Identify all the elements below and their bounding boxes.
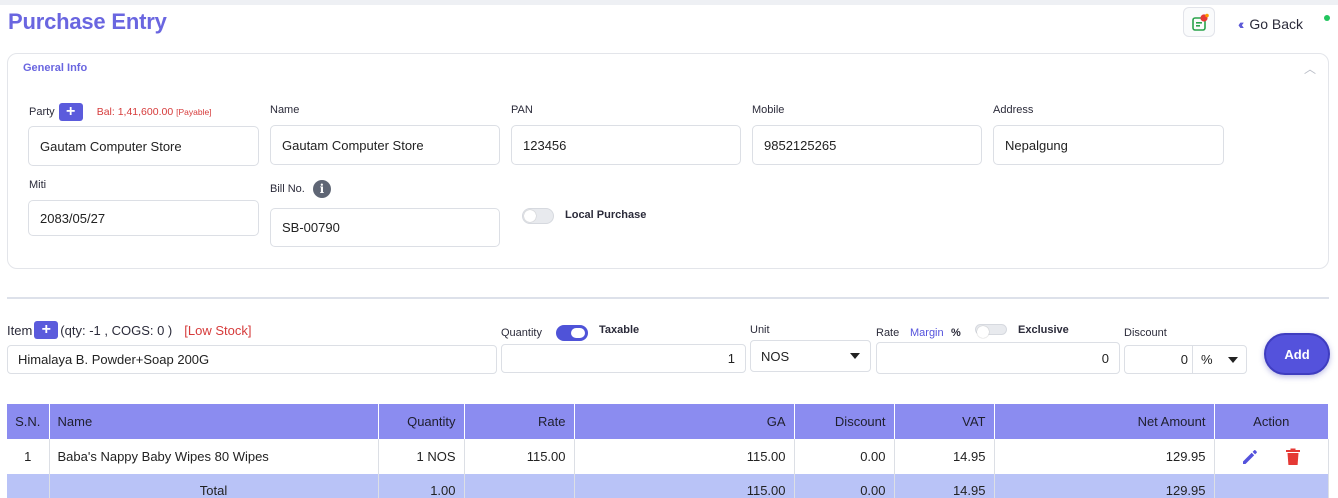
pan-label: PAN bbox=[511, 104, 533, 116]
party-label: Party bbox=[29, 106, 55, 118]
exclusive-toggle[interactable] bbox=[975, 324, 1007, 338]
table-header-row: S.N. Name Quantity Rate GA Discount VAT … bbox=[7, 404, 1329, 439]
party-balance-status: [Payable] bbox=[176, 107, 212, 117]
bill-no-label-row: Bill No. i bbox=[270, 180, 331, 198]
col-quantity: Quantity bbox=[378, 404, 465, 439]
mobile-label: Mobile bbox=[752, 104, 785, 116]
row-name: Baba's Nappy Baby Wipes 80 Wipes bbox=[49, 439, 379, 474]
party-balance: Bal: 1,41,600.00 [Payable] bbox=[97, 106, 212, 118]
row-rate: 115.00 bbox=[464, 439, 575, 474]
unit-label: Unit bbox=[750, 324, 770, 336]
discount-label: Discount bbox=[1124, 327, 1167, 339]
total-discount: 0.00 bbox=[794, 474, 895, 498]
total-action-cell bbox=[1214, 474, 1329, 498]
col-ga: GA bbox=[574, 404, 795, 439]
party-label-row: Party + Bal: 1,41,600.00 [Payable] bbox=[29, 103, 212, 121]
section-divider bbox=[7, 297, 1329, 299]
go-back-button[interactable]: ‹‹ Go Back bbox=[1238, 16, 1303, 32]
rate-input[interactable]: 0 bbox=[876, 342, 1120, 374]
row-discount: 0.00 bbox=[794, 439, 895, 474]
add-party-button[interactable]: + bbox=[58, 103, 83, 121]
add-button[interactable]: Add bbox=[1264, 333, 1330, 375]
total-row: Total 1.00 115.00 0.00 14.95 129.95 bbox=[7, 474, 1329, 498]
rate-label: Rate bbox=[876, 327, 900, 339]
bill-no-field[interactable]: SB-00790 bbox=[270, 208, 500, 247]
row-net-amount: 129.95 bbox=[994, 439, 1215, 474]
item-meta: (qty: -1 , COGS: 0 ) bbox=[60, 322, 173, 338]
total-label: Total bbox=[49, 474, 379, 498]
online-status-dot bbox=[1324, 15, 1330, 21]
top-strip bbox=[0, 0, 1338, 5]
total-quantity: 1.00 bbox=[378, 474, 465, 498]
miti-label: Miti bbox=[29, 179, 47, 191]
table-row: 1 Baba's Nappy Baby Wipes 80 Wipes 1 NOS… bbox=[7, 439, 1329, 474]
go-back-label: Go Back bbox=[1249, 16, 1304, 32]
col-discount: Discount bbox=[794, 404, 895, 439]
taxable-label: Taxable bbox=[599, 324, 640, 336]
mobile-field[interactable]: 9852125265 bbox=[752, 125, 982, 165]
double-chevron-left-icon: ‹‹ bbox=[1238, 16, 1245, 32]
row-actions bbox=[1214, 439, 1329, 474]
page-title: Purchase Entry bbox=[8, 9, 167, 34]
col-net-amount: Net Amount bbox=[994, 404, 1215, 439]
quantity-label: Quantity bbox=[501, 327, 542, 339]
unit-value: NOS bbox=[761, 348, 790, 364]
item-search-input[interactable]: Himalaya B. Powder+Soap 200G bbox=[7, 345, 497, 374]
total-rate-cell bbox=[464, 474, 575, 498]
local-purchase-toggle[interactable] bbox=[522, 208, 554, 224]
total-net-amount: 129.95 bbox=[994, 474, 1215, 498]
edit-icon[interactable] bbox=[1241, 448, 1259, 466]
name-field[interactable]: Gautam Computer Store bbox=[270, 125, 500, 165]
discount-group: 0 % bbox=[1124, 345, 1247, 374]
name-label: Name bbox=[270, 104, 300, 116]
general-info-title: General Info bbox=[23, 62, 88, 74]
unit-select[interactable]: NOS bbox=[750, 340, 871, 372]
address-label: Address bbox=[993, 104, 1034, 116]
collapse-chevron-icon[interactable]: ︿ bbox=[1304, 60, 1316, 77]
party-select[interactable]: Gautam Computer Store bbox=[28, 126, 259, 166]
address-field[interactable]: Nepalgung bbox=[993, 125, 1224, 165]
chevron-down-icon bbox=[1228, 356, 1238, 363]
row-vat: 14.95 bbox=[894, 439, 995, 474]
col-rate: Rate bbox=[464, 404, 575, 439]
row-quantity: 1 NOS bbox=[378, 439, 465, 474]
col-name: Name bbox=[49, 404, 379, 439]
col-vat: VAT bbox=[894, 404, 995, 439]
row-ga: 115.00 bbox=[574, 439, 795, 474]
discount-input[interactable]: 0 bbox=[1125, 352, 1192, 367]
general-info-card: General Info ︿ Party + Bal: 1,41,600.00 … bbox=[7, 53, 1329, 269]
bill-no-label: Bill No. bbox=[270, 183, 305, 195]
margin-percent: % bbox=[951, 327, 961, 339]
delete-icon[interactable] bbox=[1285, 448, 1301, 466]
row-sn: 1 bbox=[7, 439, 50, 474]
purchase-items-table: S.N. Name Quantity Rate GA Discount VAT … bbox=[7, 404, 1329, 498]
notification-icon bbox=[1192, 13, 1209, 31]
col-sn: S.N. bbox=[7, 404, 50, 439]
discount-type-value: % bbox=[1201, 352, 1213, 367]
local-purchase-label: Local Purchase bbox=[565, 209, 647, 221]
add-item-button[interactable]: + bbox=[34, 321, 59, 339]
chevron-down-icon bbox=[850, 353, 860, 359]
total-vat: 14.95 bbox=[894, 474, 995, 498]
exclusive-label: Exclusive bbox=[1018, 324, 1069, 336]
notification-button[interactable] bbox=[1183, 7, 1215, 37]
low-stock-badge: [Low Stock] bbox=[184, 322, 252, 338]
col-action: Action bbox=[1214, 404, 1329, 439]
total-ga: 115.00 bbox=[574, 474, 795, 498]
quantity-input[interactable]: 1 bbox=[501, 344, 746, 373]
miti-field[interactable]: 2083/05/27 bbox=[28, 200, 259, 236]
margin-link[interactable]: Margin bbox=[910, 327, 944, 339]
item-label: Item bbox=[7, 322, 33, 338]
pan-field[interactable]: 123456 bbox=[511, 125, 741, 165]
item-label-row: Item + (qty: -1 , COGS: 0 ) [Low Stock] bbox=[7, 321, 251, 339]
discount-type-select[interactable]: % bbox=[1192, 346, 1246, 373]
party-balance-amount: Bal: 1,41,600.00 bbox=[96, 106, 174, 118]
taxable-toggle[interactable] bbox=[556, 325, 588, 341]
total-sn-cell bbox=[7, 474, 50, 498]
info-icon[interactable]: i bbox=[312, 180, 331, 198]
